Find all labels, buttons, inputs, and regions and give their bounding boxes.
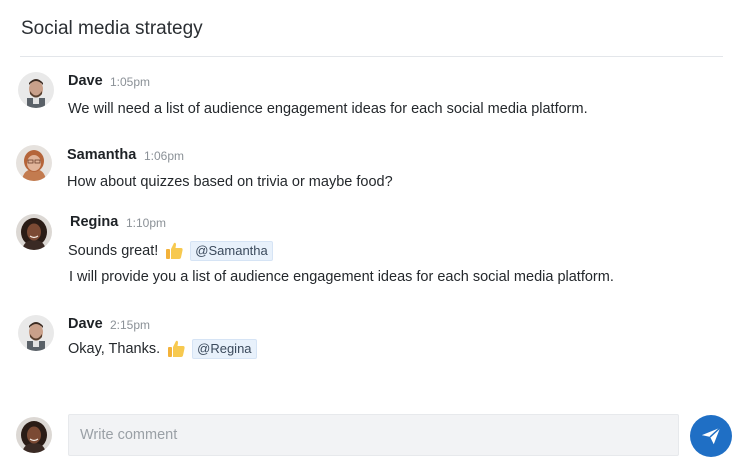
page-title: Social media strategy [21,18,203,39]
avatar-current-user-icon [16,417,52,453]
timestamp: 2:15pm [110,318,151,332]
thumbs-up-icon [164,241,184,261]
avatar-regina-icon [16,214,52,250]
timestamp: 1:05pm [110,75,151,89]
comment-composer [0,410,746,462]
paper-plane-icon [701,427,721,445]
message-line: Okay, Thanks. @Regina [68,339,257,359]
timestamp: 1:06pm [144,149,185,163]
channel-header: Social media strategy [20,0,723,57]
comment-input-wrapper [68,414,679,456]
author-name[interactable]: Dave [68,73,103,89]
message-line: Sounds great! @Samantha [68,241,273,261]
message-text: We will need a list of audience engageme… [68,101,588,117]
message-text: I will provide you a list of audience en… [69,269,614,285]
comment-input[interactable] [69,415,678,455]
avatar[interactable] [18,72,54,108]
send-button[interactable] [690,415,732,457]
mention-chip[interactable]: @Samantha [190,241,273,261]
avatar[interactable] [16,214,52,250]
current-user-avatar [16,417,52,453]
thumbs-up-icon [166,339,186,359]
avatar[interactable] [16,145,52,181]
author-name[interactable]: Samantha [67,147,136,163]
message-text: How about quizzes based on trivia or may… [67,174,393,190]
message-text: Okay, Thanks. [68,341,161,357]
author-name[interactable]: Regina [70,214,118,230]
mention-chip[interactable]: @Regina [192,339,257,359]
timestamp: 1:10pm [126,216,167,230]
author-name[interactable]: Dave [68,316,103,332]
avatar-samantha-icon [16,145,52,181]
message-text: Sounds great! [68,243,159,259]
avatar[interactable] [18,315,54,351]
avatar-dave-icon [18,72,54,108]
avatar-dave-icon [18,315,54,351]
